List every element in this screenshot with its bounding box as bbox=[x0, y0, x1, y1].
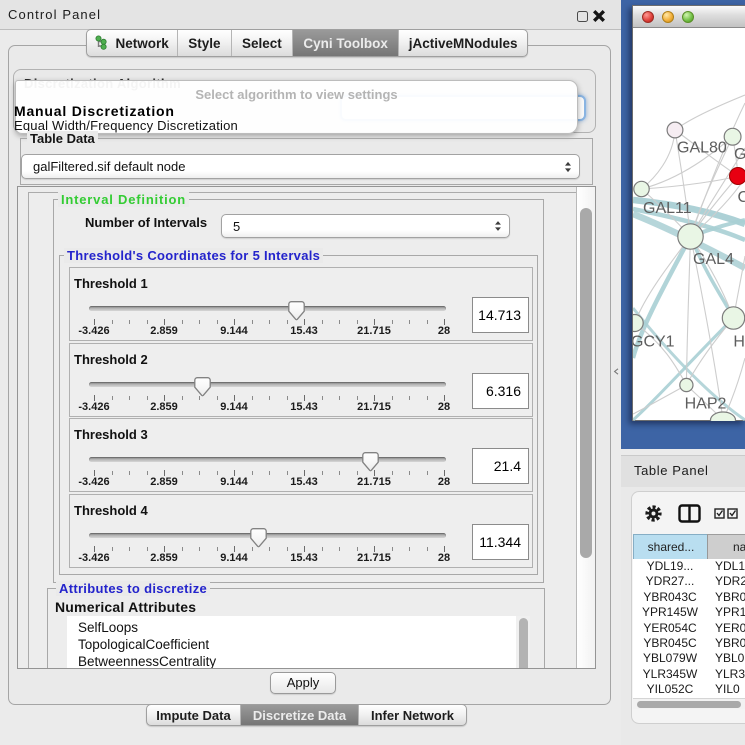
svg-text:GCY1: GCY1 bbox=[633, 334, 675, 351]
svg-text:GAL11: GAL11 bbox=[643, 200, 692, 217]
svg-text:HAP2: HAP2 bbox=[685, 396, 727, 413]
svg-text:H: H bbox=[733, 334, 745, 351]
svg-text:GAL4: GAL4 bbox=[693, 251, 734, 268]
svg-text:GAL80: GAL80 bbox=[677, 140, 727, 157]
svg-text:GA: GA bbox=[734, 146, 745, 163]
svg-text:C: C bbox=[738, 189, 745, 206]
